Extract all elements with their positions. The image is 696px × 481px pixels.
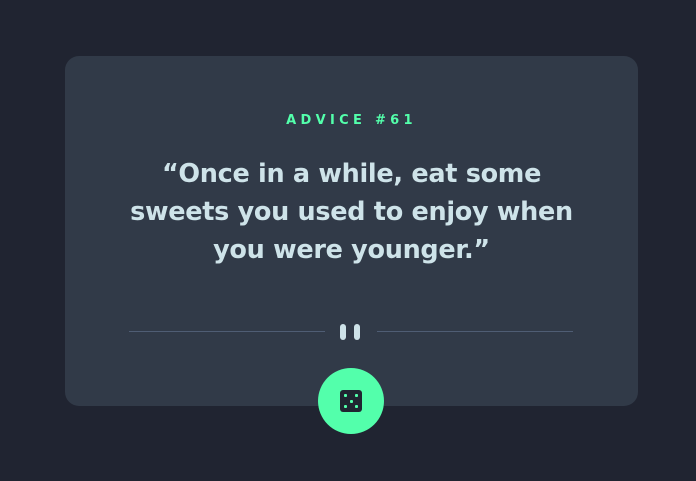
advice-quote: “Once in a while, eat some sweets you us… [130, 159, 573, 265]
pause-icon [340, 324, 362, 340]
dice-icon [340, 390, 362, 412]
advice-id: ADVICE #61 [286, 113, 417, 128]
advice-card: ADVICE #61 “Once in a while, eat some sw… [65, 56, 638, 406]
generate-advice-button[interactable] [318, 368, 384, 434]
divider-line-left [129, 331, 325, 332]
page: ADVICE #61 “Once in a while, eat some sw… [0, 0, 696, 481]
divider [129, 320, 573, 344]
divider-line-right [377, 331, 573, 332]
